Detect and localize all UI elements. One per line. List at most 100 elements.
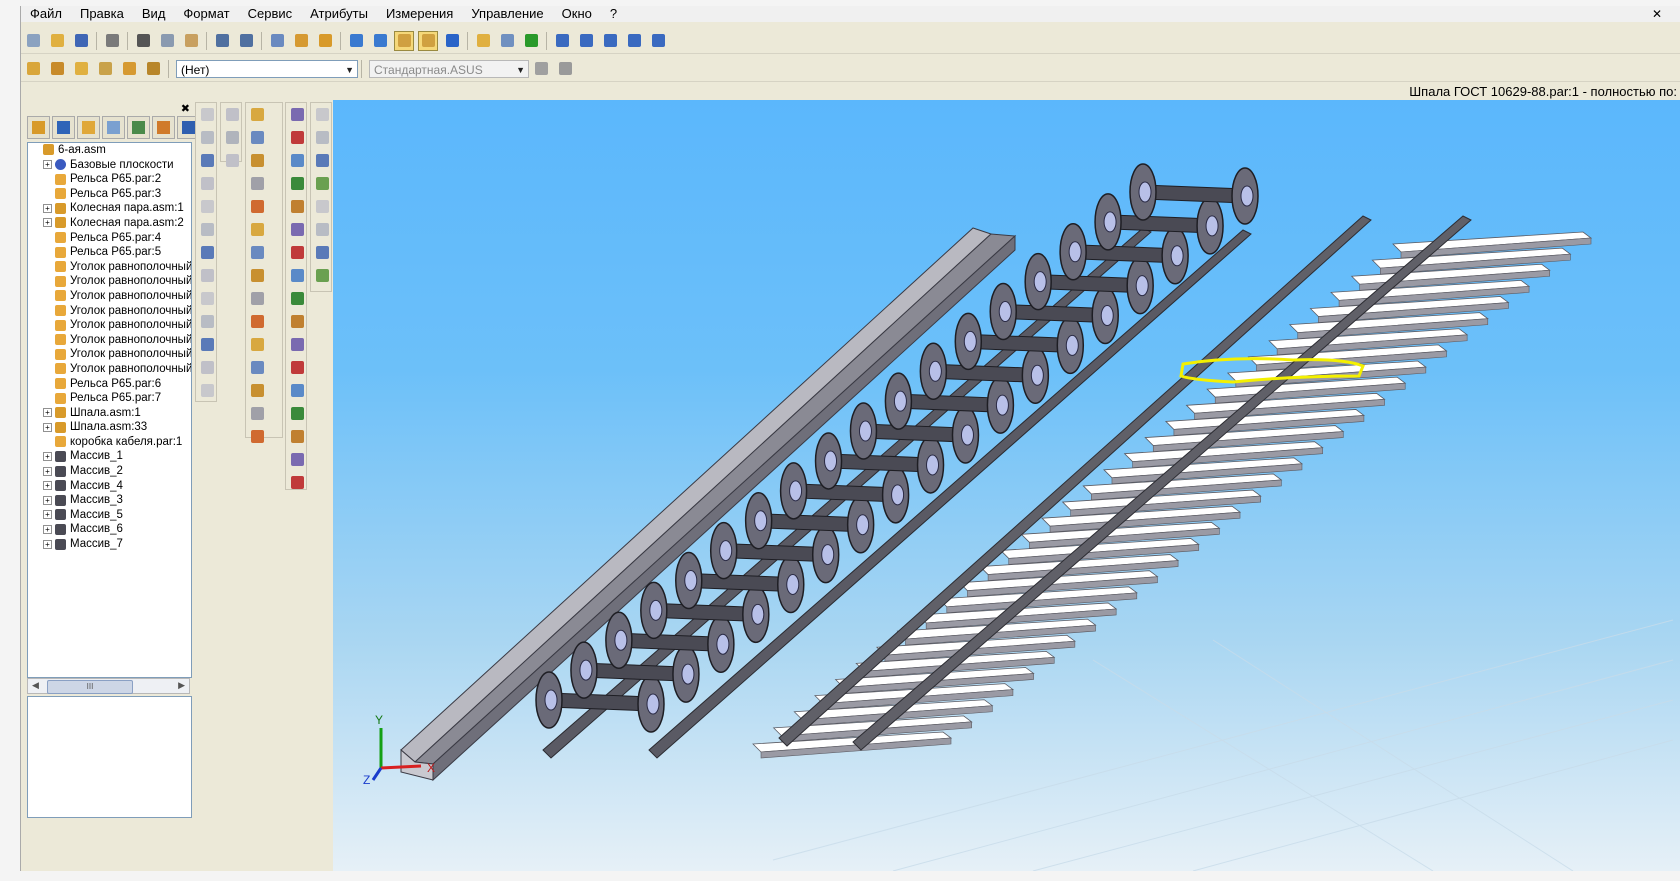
vb5-tool-7-icon[interactable] (312, 265, 332, 285)
vb5-tool-3-icon[interactable] (312, 173, 332, 193)
tool-d-icon[interactable] (95, 59, 115, 79)
vb3-tool-1-icon[interactable] (247, 127, 267, 147)
tree-item[interactable]: коробка кабеля.par:1 (28, 435, 191, 450)
vb3-tool-8-icon[interactable] (247, 288, 267, 308)
tool-c-icon[interactable] (71, 59, 91, 79)
scroll-left-icon[interactable]: ◀ (32, 680, 39, 691)
style-apply-icon[interactable] (555, 59, 575, 79)
vb5-tool-2-icon[interactable] (312, 150, 332, 170)
vb1-tool-4-icon[interactable] (197, 196, 217, 216)
expand-icon[interactable]: + (43, 160, 52, 170)
vb3-tool-13-icon[interactable] (247, 403, 267, 423)
open-icon[interactable] (47, 31, 67, 51)
vb4-tool-8-icon[interactable] (287, 288, 307, 308)
vb4-tool-5-icon[interactable] (287, 219, 307, 239)
tool-f-icon[interactable] (143, 59, 163, 79)
tree-item[interactable]: + Массив_7 (28, 537, 191, 552)
sphere-icon[interactable] (442, 31, 462, 51)
3d-viewport[interactable]: Y X Z (333, 100, 1680, 871)
tree-horizontal-scrollbar[interactable]: ◀ III ▶ (27, 678, 190, 694)
tree-item[interactable]: Рельса Р65.par:7 (28, 391, 191, 406)
open-folder-icon[interactable] (473, 31, 493, 51)
scroll-thumb[interactable]: III (47, 680, 133, 694)
view-front-icon[interactable] (370, 31, 390, 51)
paste-icon[interactable] (181, 31, 201, 51)
tree-item[interactable]: + Шпала.asm:33 (28, 420, 191, 435)
menu-item-6[interactable]: Измерения (377, 6, 462, 22)
vb2-tool-2-icon[interactable] (222, 150, 242, 170)
pan-icon[interactable] (624, 31, 644, 51)
menu-item-4[interactable]: Сервис (239, 6, 302, 22)
vb2-tool-1-icon[interactable] (222, 127, 242, 147)
tree-item[interactable]: + Базовые плоскости (28, 158, 191, 173)
cut-icon[interactable] (133, 31, 153, 51)
vb4-tool-14-icon[interactable] (287, 426, 307, 446)
vb1-tool-11-icon[interactable] (197, 357, 217, 377)
tree-item[interactable]: Уголок равнополочный (28, 289, 191, 304)
vb1-tool-12-icon[interactable] (197, 380, 217, 400)
vb2-tool-0-icon[interactable] (222, 104, 242, 124)
expand-icon[interactable]: + (43, 481, 52, 491)
tree-item[interactable]: + Массив_1 (28, 449, 191, 464)
vb1-tool-1-icon[interactable] (197, 127, 217, 147)
tab-family[interactable] (152, 116, 175, 139)
wireframe-icon[interactable] (418, 30, 438, 51)
tree-item[interactable]: + Колесная пара.asm:1 (28, 201, 191, 216)
menu-item-2[interactable]: Вид (133, 6, 175, 22)
expand-icon[interactable]: + (43, 408, 52, 418)
vb4-tool-4-icon[interactable] (287, 196, 307, 216)
zoom-area-icon[interactable] (267, 31, 287, 51)
vb3-tool-4-icon[interactable] (247, 196, 267, 216)
vb4-tool-2-icon[interactable] (287, 150, 307, 170)
assembly-icon[interactable] (315, 31, 335, 51)
new-icon[interactable] (23, 31, 43, 51)
vb5-tool-1-icon[interactable] (312, 127, 332, 147)
tree-item[interactable]: Рельса Р65.par:4 (28, 231, 191, 246)
tree-item[interactable]: + Массив_6 (28, 522, 191, 537)
expand-icon[interactable]: + (43, 539, 52, 549)
menu-item-5[interactable]: Атрибуты (301, 6, 377, 22)
style-settings-icon[interactable] (531, 59, 551, 79)
vb5-tool-6-icon[interactable] (312, 242, 332, 262)
menu-item-8[interactable]: Окно (553, 6, 601, 22)
tree-item[interactable]: Уголок равнополочный (28, 362, 191, 377)
tab-feature-tree[interactable] (27, 116, 50, 139)
zoom-window-icon[interactable] (600, 31, 620, 51)
tool-a-icon[interactable] (23, 59, 43, 79)
expand-icon[interactable]: + (43, 510, 52, 520)
scroll-right-icon[interactable]: ▶ (178, 680, 185, 691)
close-window-icon[interactable]: ✕ (1643, 6, 1671, 22)
vb3-tool-10-icon[interactable] (247, 334, 267, 354)
tree-item[interactable]: Уголок равнополочный (28, 347, 191, 362)
tool-e-icon[interactable] (119, 59, 139, 79)
vb3-tool-3-icon[interactable] (247, 173, 267, 193)
vb4-tool-15-icon[interactable] (287, 449, 307, 469)
tree-item[interactable]: Уголок равнополочный (28, 260, 191, 275)
vb4-tool-11-icon[interactable] (287, 357, 307, 377)
vb1-tool-5-icon[interactable] (197, 219, 217, 239)
tree-item[interactable]: Уголок равнополочный (28, 304, 191, 319)
vb3-tool-7-icon[interactable] (247, 265, 267, 285)
vb4-tool-3-icon[interactable] (287, 173, 307, 193)
vb3-tool-6-icon[interactable] (247, 242, 267, 262)
tool-b-icon[interactable] (47, 59, 67, 79)
zoom-icon[interactable] (576, 31, 596, 51)
tree-item[interactable]: + Массив_5 (28, 508, 191, 523)
vb4-tool-16-icon[interactable] (287, 472, 307, 492)
vb3-tool-9-icon[interactable] (247, 311, 267, 331)
vb4-tool-13-icon[interactable] (287, 403, 307, 423)
menu-item-3[interactable]: Формат (174, 6, 238, 22)
tree-item[interactable]: Уголок равнополочный (28, 318, 191, 333)
vb1-tool-6-icon[interactable] (197, 242, 217, 262)
tree-item[interactable]: + Массив_3 (28, 493, 191, 508)
tree-item[interactable]: + Шпала.asm:1 (28, 406, 191, 421)
expand-icon[interactable]: + (43, 203, 52, 213)
vb5-tool-4-icon[interactable] (312, 196, 332, 216)
tab-configurations[interactable] (102, 116, 125, 139)
tree-item[interactable]: Рельса Р65.par:2 (28, 172, 191, 187)
tree-item[interactable]: 6-ая.asm (28, 143, 191, 158)
vb1-tool-3-icon[interactable] (197, 173, 217, 193)
help-icon[interactable] (648, 31, 668, 51)
tree-item[interactable]: + Колесная пара.asm:2 (28, 216, 191, 231)
undo-icon[interactable] (212, 31, 232, 51)
